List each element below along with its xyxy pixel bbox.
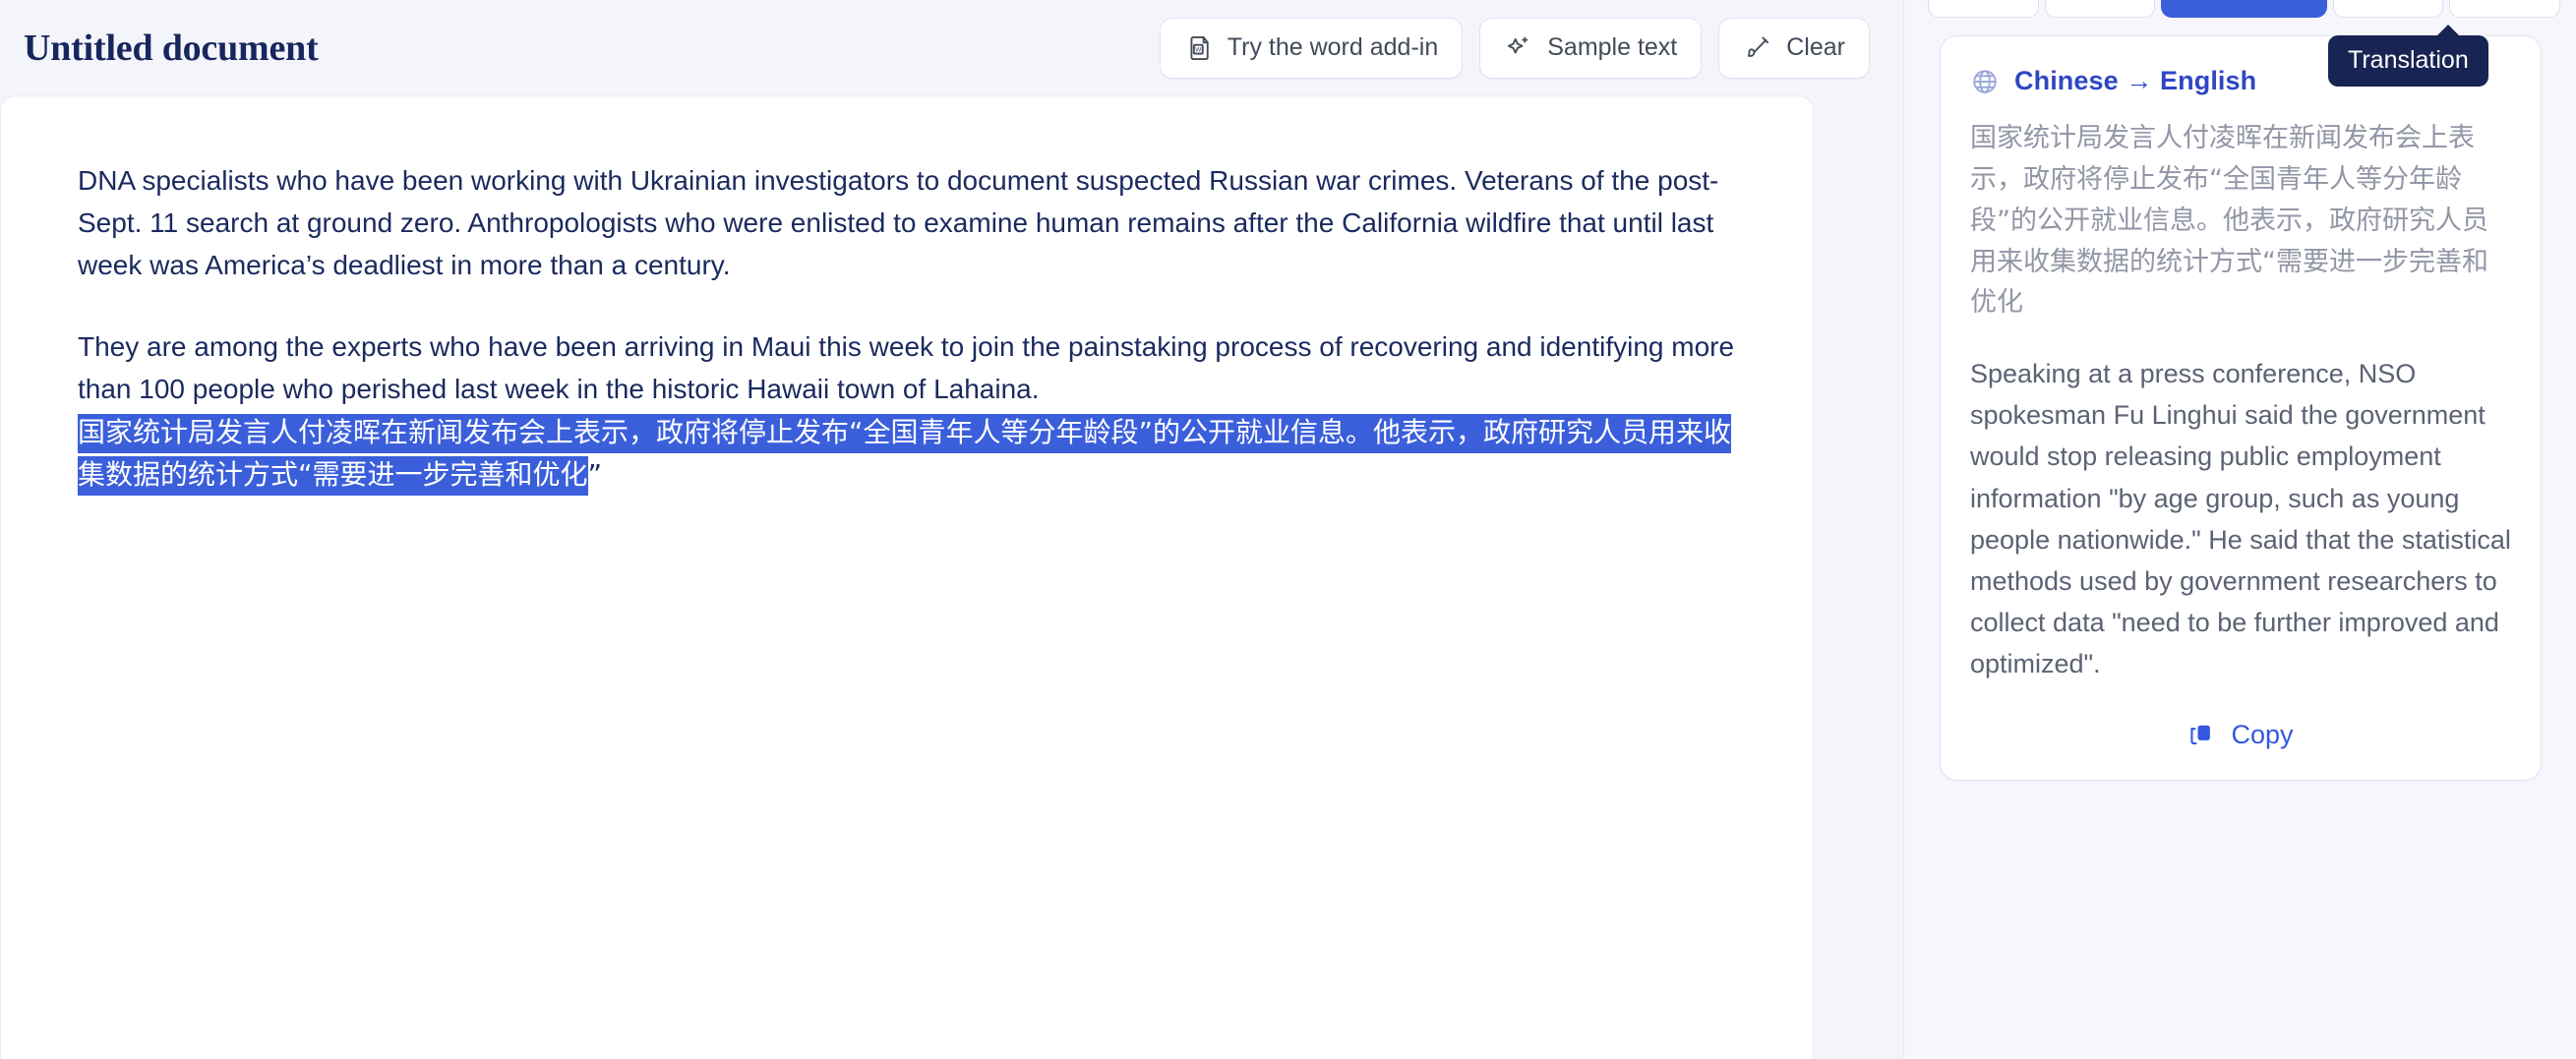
translated-text: Speaking at a press conference, NSO spok… — [1970, 359, 2511, 678]
document-card: DNA specialists who have been working wi… — [0, 95, 1814, 1059]
try-word-addin-label: Try the word add-in — [1227, 33, 1439, 61]
language-pair-label: Chinese → English — [2014, 66, 2257, 95]
globe-icon — [1970, 67, 2000, 96]
tab-1[interactable] — [1928, 0, 2039, 18]
sparkle-star-icon — [1504, 33, 1533, 63]
paragraph: DNA specialists who have been working wi… — [78, 165, 1719, 281]
sample-text-label: Sample text — [1547, 33, 1678, 61]
paragraph-text: They are among the experts who have been… — [78, 331, 1735, 405]
clear-button[interactable]: Clear — [1718, 17, 1870, 79]
selection-trailing-quote: ” — [587, 457, 603, 491]
translation-card-footer: Copy — [1970, 710, 2511, 756]
paragraph-with-selection: They are among the experts who have been… — [78, 325, 1742, 496]
tab-2[interactable] — [2044, 0, 2156, 18]
sidebar-tabbar — [1928, 0, 2561, 18]
translation-tooltip: Translation — [2328, 25, 2488, 87]
word-document-icon: W — [1184, 33, 1214, 63]
page-title: Untitled document — [24, 27, 319, 69]
document-header: Untitled document W Try the word add-in — [0, 0, 1903, 95]
document-text-area[interactable]: DNA specialists who have been working wi… — [1, 96, 1813, 496]
sample-text-button[interactable]: Sample text — [1479, 17, 1703, 79]
copy-button[interactable]: Copy — [2178, 714, 2303, 756]
document-editor-pane: Untitled document W Try the word add-in — [0, 0, 1903, 1059]
translation-sidebar: Translation Chinese → English 国家统计局发言人付凌… — [1904, 0, 2576, 1059]
app-root: Untitled document W Try the word add-in — [0, 0, 2576, 1059]
svg-text:W: W — [1195, 46, 1202, 53]
try-word-addin-button[interactable]: W Try the word add-in — [1159, 17, 1464, 79]
copy-icon — [2187, 721, 2217, 750]
document-card-wrap: DNA specialists who have been working wi… — [0, 95, 1903, 1059]
source-text: 国家统计局发言人付凌晖在新闻发布会上表示，政府将停止发布“全国青年人等分年龄段”… — [1970, 123, 2488, 319]
tab-translation-active[interactable] — [2161, 0, 2327, 18]
tab-5[interactable] — [2449, 0, 2561, 18]
translation-card: Chinese → English 国家统计局发言人付凌晖在新闻发布会上表示，政… — [1940, 35, 2542, 782]
clear-label: Clear — [1786, 33, 1845, 61]
selected-chinese-text[interactable]: 国家统计局发言人付凌晖在新闻发布会上表示，政府将停止发布“全国青年人等分年龄段”… — [78, 413, 1732, 496]
copy-label: Copy — [2231, 720, 2294, 750]
brush-wand-icon — [1743, 33, 1772, 63]
tab-4[interactable] — [2332, 0, 2444, 18]
header-actions: W Try the word add-in Sample text Clear — [1159, 17, 1870, 79]
